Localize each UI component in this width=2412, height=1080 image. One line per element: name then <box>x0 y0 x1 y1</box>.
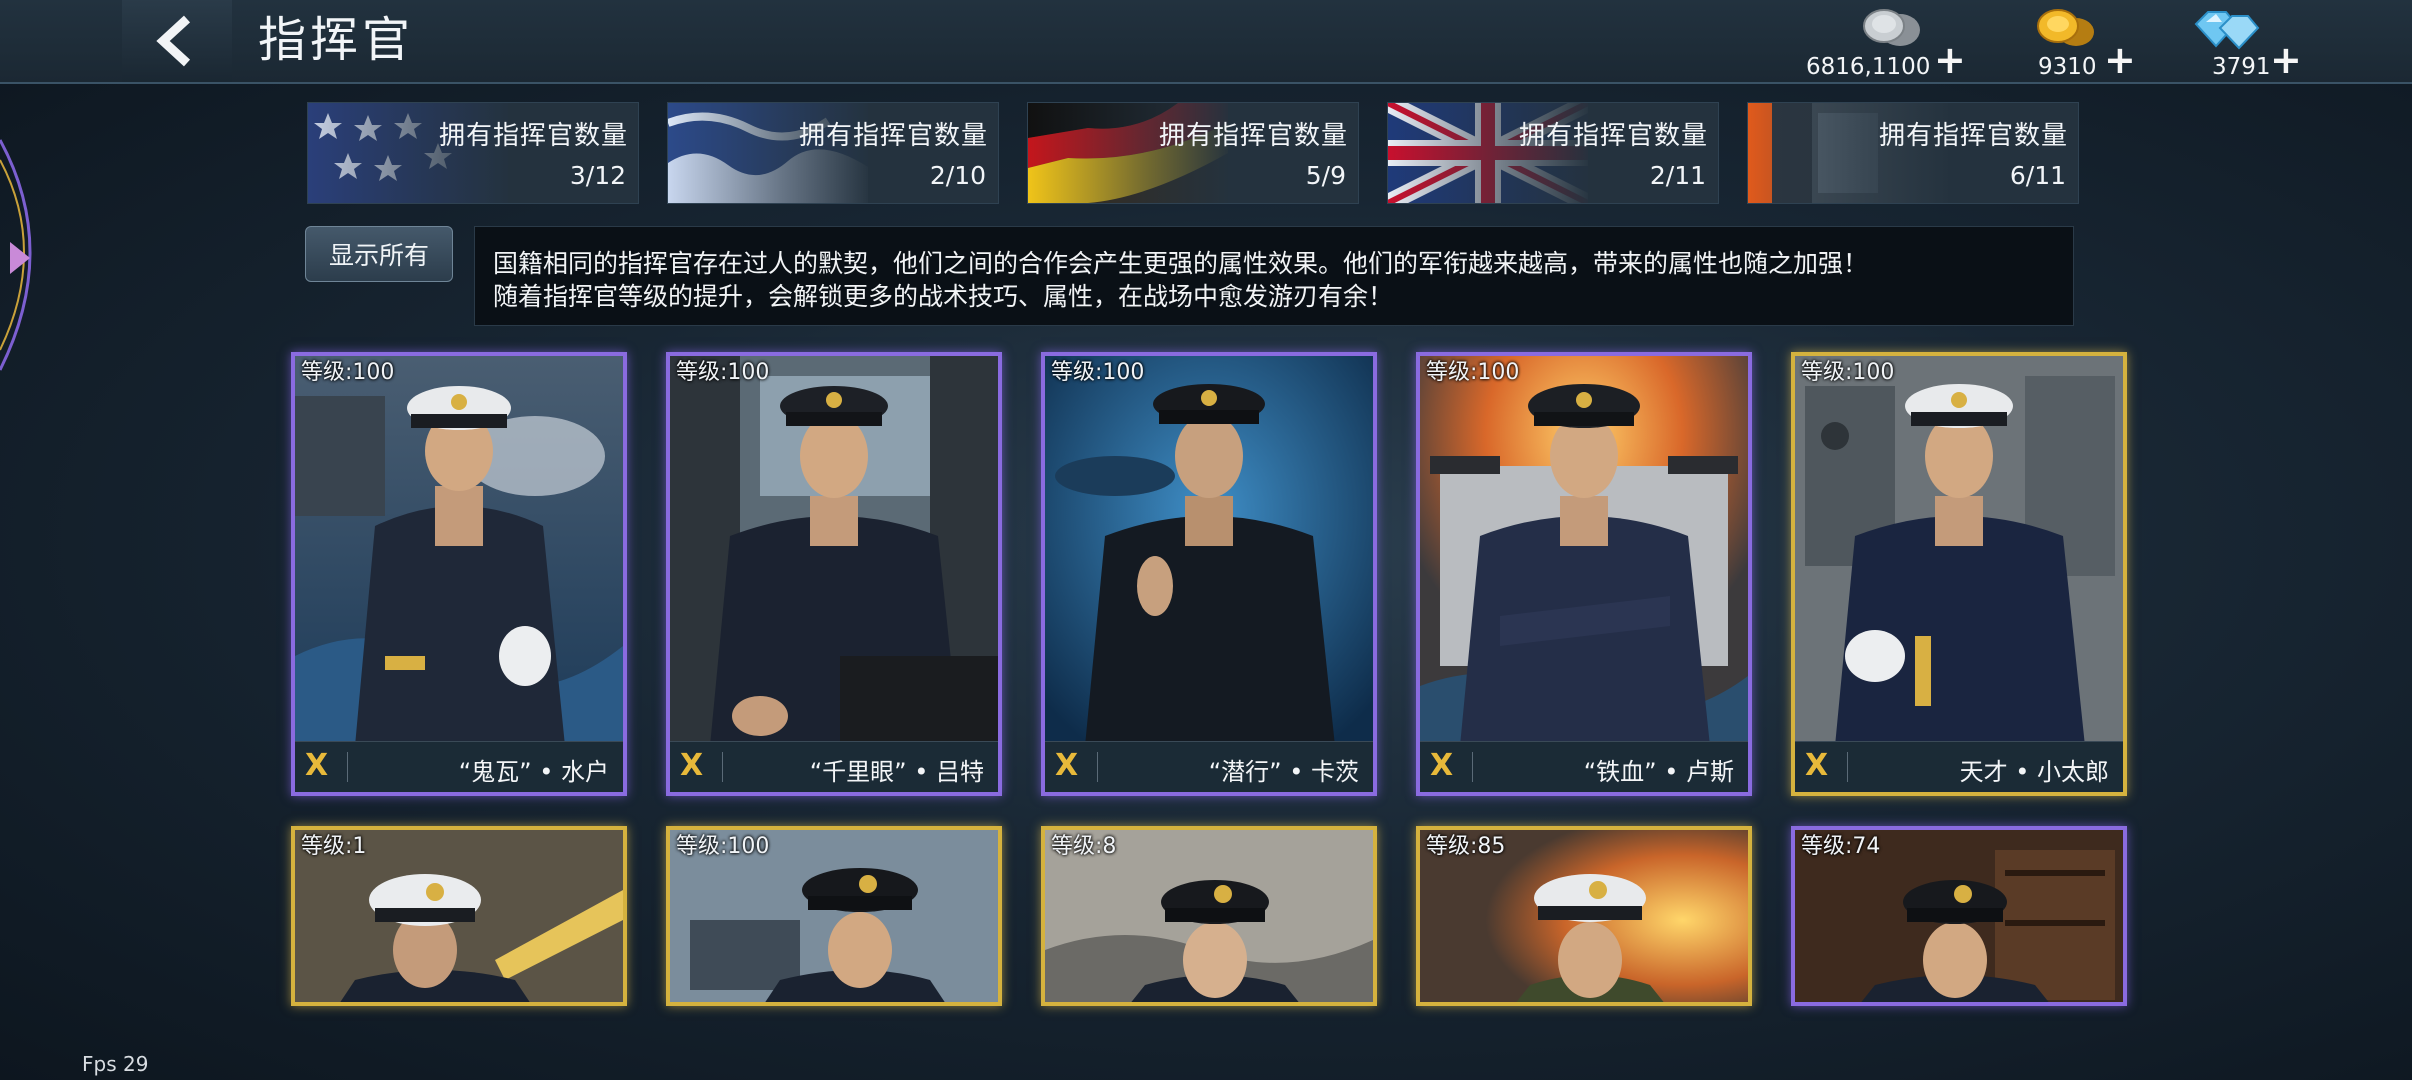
diamond-currency: 3791 + <box>2186 4 2302 82</box>
silver-currency: 6816,1100 + <box>1804 4 1966 82</box>
nation-bonus-description: 国籍相同的指挥官存在过人的默契，他们之间的合作会产生更强的属性效果。他们的军衔越… <box>474 226 2074 326</box>
commander-name: “鬼瓦” • 水户 <box>458 758 609 786</box>
rank-x-icon: X <box>1055 748 1079 783</box>
back-button[interactable] <box>122 0 232 82</box>
commander-portrait <box>295 356 623 746</box>
nation-count-label: 拥有指挥官数量 <box>438 121 628 151</box>
commander-level: 等级:1 <box>301 834 367 859</box>
commander-card[interactable]: 等级:100 X “潜行” • 卡茨 <box>1041 352 1377 796</box>
commander-card[interactable]: 等级:74 <box>1791 826 2127 1006</box>
nation-count-value: 6/11 <box>2009 161 2066 190</box>
commander-card[interactable]: 等级:8 <box>1041 826 1377 1006</box>
commander-name-bar: X “鬼瓦” • 水户 <box>295 741 623 792</box>
silver-add-button[interactable]: + <box>1934 38 1966 82</box>
commander-portrait <box>1795 356 2123 746</box>
commander-level: 等级:8 <box>1051 834 1117 859</box>
commander-portrait <box>1045 356 1373 746</box>
commander-card[interactable]: 等级:1 <box>291 826 627 1006</box>
nation-count-value: 3/12 <box>569 161 626 190</box>
commander-level: 等级:74 <box>1801 834 1881 859</box>
nation-count-label: 拥有指挥官数量 <box>1518 121 1708 151</box>
commander-name-bar: X “千里眼” • 吕特 <box>670 741 998 792</box>
nation-count-value: 2/10 <box>929 161 986 190</box>
gold-amount: 9310 <box>2038 54 2097 80</box>
commander-portrait <box>1420 356 1748 746</box>
rank-x-icon: X <box>1805 748 1829 783</box>
description-line-2: 随着指挥官等级的提升，会解锁更多的战术技巧、属性，在战场中愈发游刃有余！ <box>493 282 1394 311</box>
nation-tab-japan[interactable]: 拥有指挥官数量 2/10 <box>667 102 999 204</box>
fps-counter: Fps 29 <box>82 1052 149 1076</box>
nation-count-value: 2/11 <box>1649 161 1706 190</box>
commander-name: “潜行” • 卡茨 <box>1208 758 1359 786</box>
commander-name: 天才 • 小太郎 <box>1959 758 2109 786</box>
commander-level: 等级:100 <box>676 834 770 859</box>
diamond-icon <box>2194 11 2260 50</box>
commander-level: 等级:100 <box>1051 360 1145 385</box>
rank-x-icon: X <box>1430 748 1454 783</box>
commander-portrait <box>670 356 998 746</box>
nation-count-label: 拥有指挥官数量 <box>1878 121 2068 151</box>
nation-count-label: 拥有指挥官数量 <box>798 121 988 151</box>
show-all-button[interactable]: 显示所有 <box>305 226 453 282</box>
commander-card[interactable]: 等级:100 X “铁血” • 卢斯 <box>1416 352 1752 796</box>
nation-tab-germany[interactable]: 拥有指挥官数量 5/9 <box>1027 102 1359 204</box>
side-drawer-handle[interactable] <box>0 130 60 380</box>
description-line-1: 国籍相同的指挥官存在过人的默契，他们之间的合作会产生更强的属性效果。他们的军衔越… <box>493 249 1869 278</box>
expand-arrow-icon <box>10 242 30 274</box>
commander-level: 等级:100 <box>301 360 395 385</box>
gold-coin-icon <box>2037 9 2094 46</box>
nation-count-label: 拥有指挥官数量 <box>1158 121 1348 151</box>
nation-tab-uk[interactable]: 拥有指挥官数量 2/11 <box>1387 102 1719 204</box>
commander-level: 等级:100 <box>1801 360 1895 385</box>
gold-add-button[interactable]: + <box>2104 38 2136 82</box>
commander-name: “铁血” • 卢斯 <box>1583 758 1734 786</box>
back-arrow-icon <box>156 15 191 67</box>
commander-name: “千里眼” • 吕特 <box>809 758 984 786</box>
diamond-add-button[interactable]: + <box>2270 38 2302 82</box>
rank-x-icon: X <box>680 748 704 783</box>
gold-currency: 9310 + <box>2028 4 2138 82</box>
top-bar: 指挥官 6816,1100 + 9310 + 3791 + <box>0 0 2412 84</box>
nation-tab-usa[interactable]: 拥有指挥官数量 3/12 <box>307 102 639 204</box>
commander-level: 等级:85 <box>1426 834 1506 859</box>
nation-count-value: 5/9 <box>1305 161 1346 190</box>
silver-coin-icon <box>1863 9 1920 46</box>
commander-card[interactable]: 等级:100 <box>666 826 1002 1006</box>
commander-card[interactable]: 等级:100 X 天才 • 小太郎 <box>1791 352 2127 796</box>
commander-name-bar: X 天才 • 小太郎 <box>1795 741 2123 792</box>
commander-card[interactable]: 等级:100 X “鬼瓦” • 水户 <box>291 352 627 796</box>
commander-card[interactable]: 等级:85 <box>1416 826 1752 1006</box>
commander-level: 等级:100 <box>676 360 770 385</box>
diamond-amount: 3791 <box>2212 54 2271 80</box>
commander-name-bar: X “铁血” • 卢斯 <box>1420 741 1748 792</box>
commander-card[interactable]: 等级:100 X “千里眼” • 吕特 <box>666 352 1002 796</box>
nation-tab-other[interactable]: 拥有指挥官数量 6/11 <box>1747 102 2079 204</box>
commander-name-bar: X “潜行” • 卡茨 <box>1045 741 1373 792</box>
rank-x-icon: X <box>305 748 329 783</box>
page-title: 指挥官 <box>258 12 415 68</box>
commander-level: 等级:100 <box>1426 360 1520 385</box>
silver-amount: 6816,1100 <box>1806 54 1931 80</box>
